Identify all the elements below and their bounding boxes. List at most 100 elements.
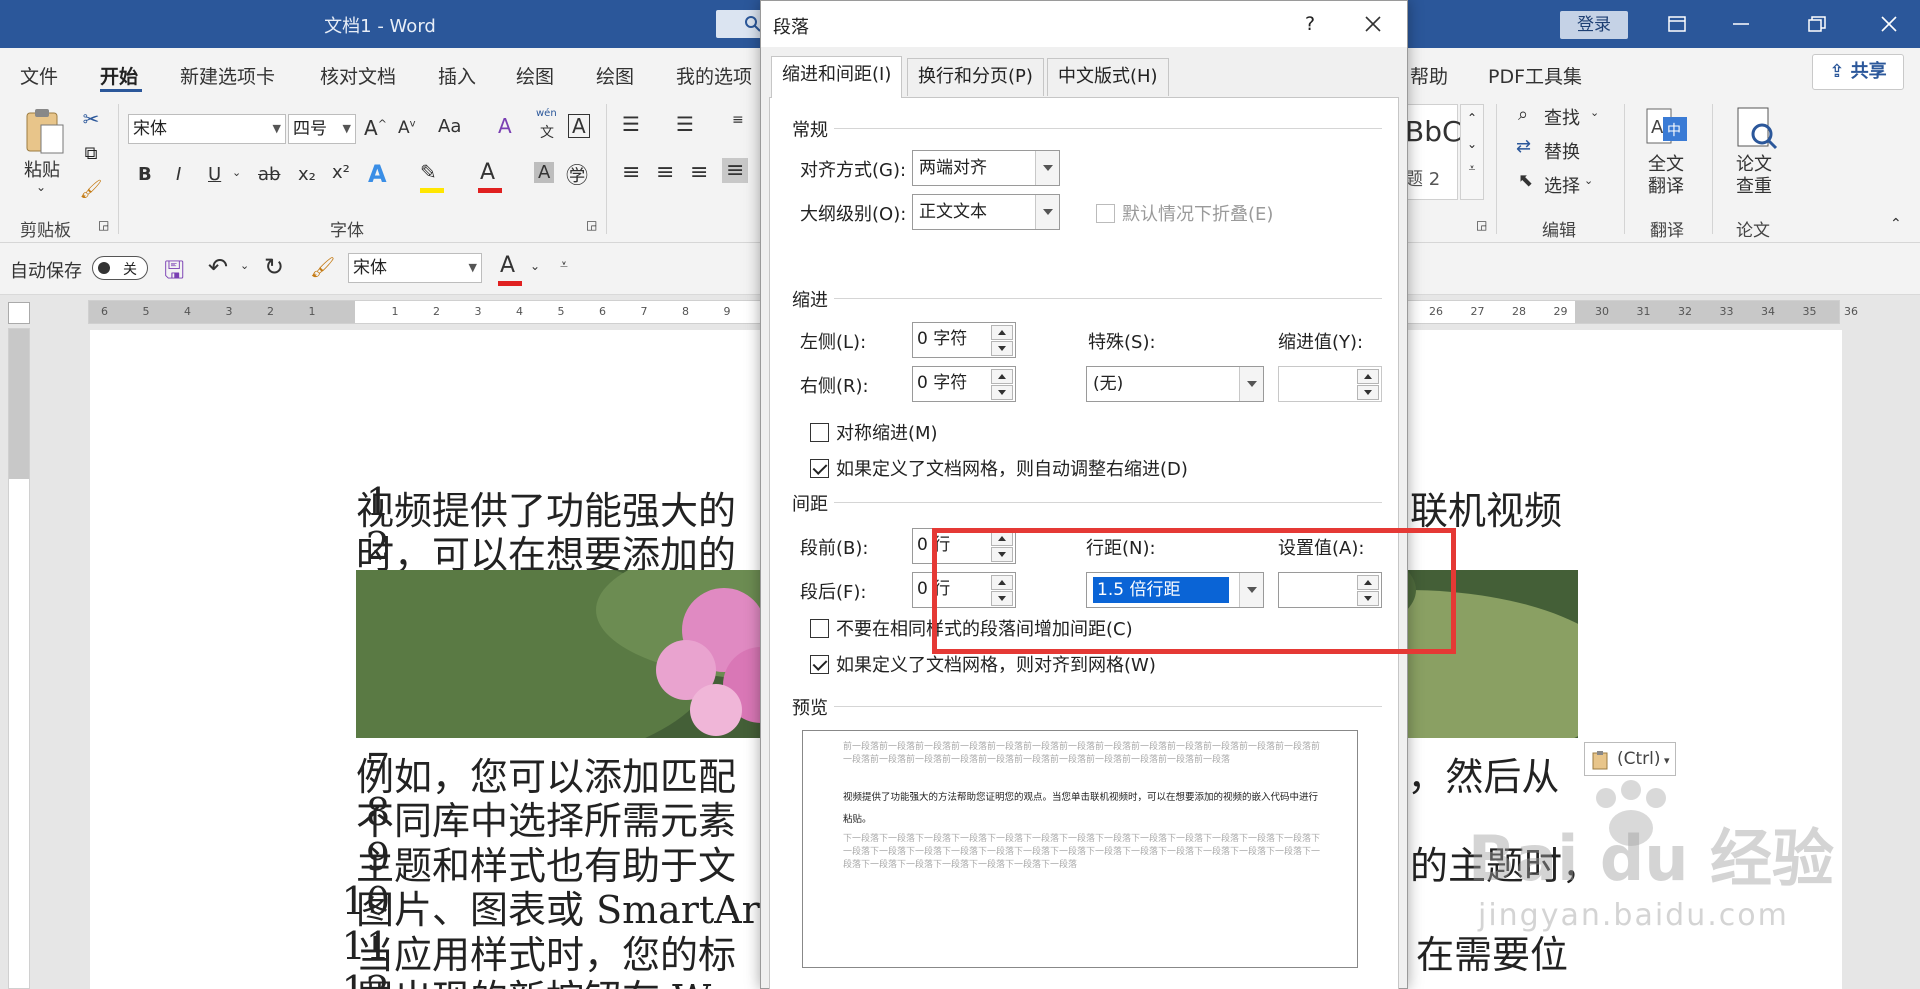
spin-down-icon[interactable] — [991, 385, 1013, 400]
qat-font-combo[interactable]: 宋体 ▼ — [348, 253, 482, 283]
chevron-down-icon[interactable]: ⌄ — [1461, 137, 1483, 151]
help-button[interactable]: ? — [1295, 9, 1325, 39]
select-button[interactable]: 选择 — [1544, 172, 1580, 198]
snap-to-grid-checkbox[interactable] — [810, 655, 829, 674]
clear-format-icon[interactable]: A — [498, 114, 512, 138]
redo-icon[interactable]: ↻ — [264, 253, 284, 281]
tab-insert[interactable]: 插入 — [438, 62, 476, 89]
char-shading-icon[interactable]: A — [534, 162, 555, 183]
font-launcher-icon[interactable]: ◲ — [586, 218, 597, 232]
translate-icon[interactable]: A中 — [1642, 106, 1692, 150]
clipboard-launcher-icon[interactable]: ◲ — [98, 218, 109, 232]
special-indent-select[interactable]: (无) — [1086, 366, 1264, 402]
tab-indents-spacing[interactable]: 缩进和间距(I) — [771, 56, 903, 98]
more-styles-icon[interactable]: ⩡ — [1461, 161, 1483, 176]
auto-right-indent-checkbox[interactable] — [810, 459, 829, 478]
shrink-font-icon[interactable]: Av — [398, 118, 416, 138]
copy-button[interactable]: ⧉ — [78, 140, 104, 166]
underline-button[interactable]: U — [208, 164, 221, 185]
replace-button[interactable]: 替换 — [1544, 138, 1580, 164]
indent-by-spinner[interactable] — [1278, 366, 1382, 402]
styles-scroll[interactable]: ⌃ ⌄ ⩡ — [1460, 104, 1484, 200]
paper-check-button[interactable]: 论文 查重 — [1736, 154, 1772, 198]
chevron-down-icon[interactable]: ⌄ — [530, 259, 540, 273]
indent-left-spinner[interactable]: 0 字符 — [912, 322, 1016, 358]
restore-button[interactable] — [1796, 8, 1836, 40]
tab-asian-typography[interactable]: 中文版式(H) — [1047, 58, 1169, 96]
minimize-button[interactable] — [1720, 8, 1760, 40]
share-button[interactable]: ⇪ 共享 — [1812, 54, 1904, 90]
char-border-button[interactable]: A — [568, 114, 590, 138]
italic-button[interactable]: I — [176, 164, 181, 185]
tab-my-options[interactable]: 我的选项 — [676, 62, 752, 89]
tab-new-tab[interactable]: 新建选项卡 — [180, 62, 275, 89]
font-color-icon[interactable]: A — [480, 160, 495, 185]
find-button[interactable]: 查找 — [1544, 104, 1580, 130]
tab-review-doc[interactable]: 核对文档 — [320, 62, 396, 89]
close-window-button[interactable] — [1868, 8, 1908, 40]
superscript-button[interactable]: x² — [332, 162, 350, 183]
format-painter-button[interactable]: 🖌 — [78, 176, 104, 202]
collapse-default-checkbox[interactable] — [1096, 204, 1115, 223]
phonetic-guide-label[interactable]: wén — [536, 108, 557, 119]
paper-check-icon[interactable] — [1732, 106, 1782, 150]
bold-button[interactable]: B — [138, 164, 152, 185]
highlighter-icon[interactable]: ✎ — [420, 160, 437, 184]
align-left-icon[interactable]: ≡ — [622, 160, 640, 185]
chevron-down-icon[interactable]: ⌄ — [1590, 106, 1599, 119]
autosave-toggle[interactable]: 关 — [92, 256, 148, 280]
enclose-char-icon[interactable]: ㊫ — [566, 158, 588, 190]
align-center-icon[interactable]: ≡ — [656, 160, 674, 185]
format-painter-icon[interactable]: 🖌 — [310, 255, 335, 279]
spin-up-icon[interactable] — [991, 325, 1013, 340]
tab-help[interactable]: 帮助 — [1410, 62, 1448, 89]
login-button[interactable]: 登录 — [1560, 11, 1628, 39]
tab-selector[interactable] — [8, 302, 30, 324]
dialog-close-button[interactable] — [1357, 9, 1391, 39]
spin-up-icon[interactable] — [1357, 369, 1379, 384]
paste-button[interactable] — [20, 106, 70, 156]
spin-down-icon[interactable] — [1357, 385, 1379, 400]
mirror-indent-checkbox[interactable] — [810, 423, 829, 442]
font-size-combo[interactable]: 四号 ▼ — [288, 114, 356, 144]
bullets-icon[interactable]: ☰ — [622, 112, 640, 136]
ribbon-display-button[interactable] — [1656, 8, 1696, 40]
justify-icon[interactable]: ≡ — [722, 158, 749, 183]
collapse-ribbon-icon[interactable]: ⌃ — [1890, 216, 1902, 232]
vertical-ruler[interactable] — [8, 328, 30, 989]
alignment-select[interactable]: 两端对齐 — [912, 150, 1060, 186]
spin-down-icon[interactable] — [991, 341, 1013, 356]
tab-draw[interactable]: 绘图 — [516, 62, 554, 89]
numbering-icon[interactable]: ☰ — [676, 112, 694, 136]
strikethrough-button[interactable]: ab — [258, 164, 280, 185]
save-icon[interactable]: 🖫 — [164, 253, 184, 294]
multilevel-list-icon[interactable]: ≡ — [732, 112, 744, 128]
change-case-button[interactable]: Aa — [438, 116, 461, 137]
styles-launcher-icon[interactable]: ◲ — [1476, 218, 1487, 232]
chevron-down-icon[interactable]: ⌄ — [232, 166, 241, 179]
styles-gallery[interactable]: BbC 题 2 — [1404, 104, 1462, 200]
paste-dropdown-icon[interactable]: ⌄ — [36, 180, 46, 194]
chevron-down-icon[interactable]: ⌄ — [240, 259, 249, 272]
subscript-button[interactable]: x₂ — [298, 164, 316, 185]
tab-home[interactable]: 开始 — [100, 62, 138, 89]
dialog-titlebar[interactable]: 段落 ? — [761, 1, 1407, 47]
grow-font-icon[interactable]: A^ — [364, 116, 387, 140]
tell-me-search[interactable] — [716, 10, 766, 38]
outline-level-select[interactable]: 正文文本 — [912, 194, 1060, 230]
no-space-same-style-checkbox[interactable] — [810, 619, 829, 638]
chevron-down-icon[interactable]: ⌄ — [1584, 174, 1593, 187]
align-right-icon[interactable]: ≡ — [690, 160, 708, 185]
full-translate-button[interactable]: 全文 翻译 — [1648, 154, 1684, 198]
tab-line-page-breaks[interactable]: 换行和分页(P) — [907, 58, 1044, 96]
customize-qat-icon[interactable]: ⩡ — [560, 257, 568, 273]
indent-right-spinner[interactable]: 0 字符 — [912, 366, 1016, 402]
cut-button[interactable]: ✂ — [78, 106, 104, 132]
font-name-combo[interactable]: 宋体 ▼ — [128, 114, 286, 144]
chevron-up-icon[interactable]: ⌃ — [1461, 111, 1483, 125]
spin-up-icon[interactable] — [991, 369, 1013, 384]
text-effects-icon[interactable]: A — [368, 160, 387, 188]
paste-options-button[interactable]: (Ctrl) ▾ — [1584, 742, 1676, 776]
tab-pdf-tools[interactable]: PDF工具集 — [1488, 62, 1582, 89]
undo-icon[interactable]: ↶ — [208, 253, 228, 281]
